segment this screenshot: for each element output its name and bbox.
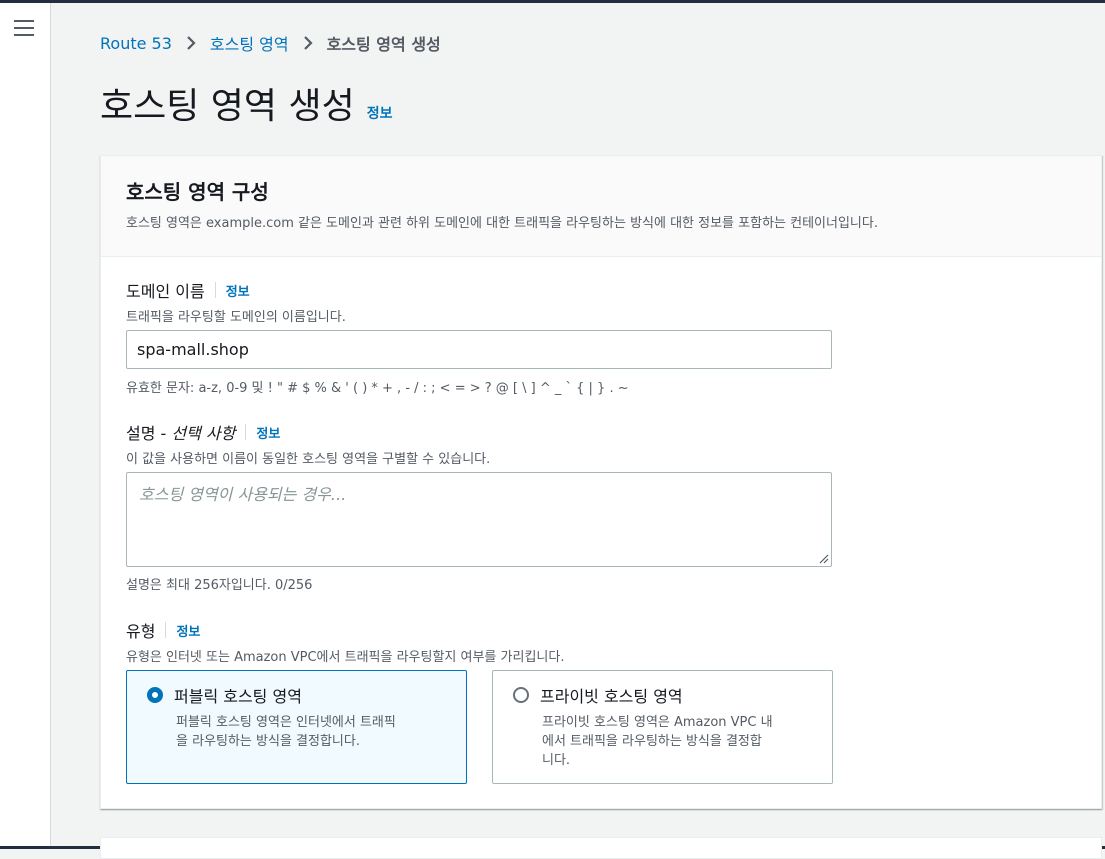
- private-option-label: 프라이빗 호스팅 영역: [540, 687, 683, 706]
- page-header: 호스팅 영역 생성 정보: [100, 77, 393, 129]
- type-label: 유형: [126, 622, 156, 641]
- public-option-label: 퍼블릭 호스팅 영역: [174, 687, 302, 706]
- divider: [245, 424, 247, 440]
- description-label: 설명 - 선택 사항: [126, 424, 236, 443]
- radio-checked-icon[interactable]: [147, 687, 163, 703]
- description-textarea[interactable]: [126, 472, 832, 567]
- divider: [165, 622, 167, 638]
- private-option-description: 프라이빗 호스팅 영역은 Amazon VPC 내 에서 트래픽을 라우팅하는 …: [542, 715, 773, 768]
- domain-name-input[interactable]: spa-mall.shop: [126, 330, 832, 369]
- side-navigation: [0, 3, 51, 846]
- public-option-description: 퍼블릭 호스팅 영역은 인터넷에서 트래픽 을 라우팅하는 방식을 결정합니다.: [176, 715, 396, 749]
- breadcrumb-current: 호스팅 영역 생성: [326, 35, 441, 54]
- container-header: 호스팅 영역 구성 호스팅 영역은 example.com 같은 도메인과 관련…: [101, 156, 1101, 257]
- breadcrumb-route53-link[interactable]: Route 53: [100, 34, 172, 53]
- divider: [214, 282, 216, 298]
- description-info-link[interactable]: 정보: [256, 423, 280, 442]
- menu-icon[interactable]: [14, 20, 36, 38]
- domain-name-label: 도메인 이름: [126, 282, 205, 301]
- chevron-right-icon: [302, 35, 314, 51]
- domain-name-hint: 유효한 문자: a-z, 0-9 및 ! " # $ % & ' ( ) * +…: [126, 381, 629, 396]
- section-description: 호스팅 영역은 example.com 같은 도메인과 관련 하위 도메인에 대…: [126, 216, 878, 231]
- domain-name-description: 트래픽을 라우팅할 도메인의 이름입니다.: [126, 310, 346, 325]
- section-title: 호스팅 영역 구성: [126, 180, 269, 204]
- domain-name-info-link[interactable]: 정보: [226, 281, 250, 300]
- description-optional-label: 선택 사항: [171, 424, 236, 443]
- chevron-right-icon: [185, 35, 197, 51]
- private-hosted-zone-option[interactable]: 프라이빗 호스팅 영역 프라이빗 호스팅 영역은 Amazon VPC 내 에서…: [492, 670, 833, 784]
- description-field-description: 이 값을 사용하면 이름이 동일한 호스팅 영역을 구별할 수 있습니다.: [126, 452, 491, 467]
- breadcrumb: Route 53 호스팅 영역 호스팅 영역 생성: [100, 31, 441, 55]
- description-hint: 설명은 최대 256자입니다. 0/256: [126, 578, 313, 593]
- radio-unchecked-icon[interactable]: [513, 687, 529, 703]
- type-field: 유형 정보 유형은 인터넷 또는 Amazon VPC에서 트래픽을 라우팅할지…: [126, 618, 564, 665]
- type-info-link[interactable]: 정보: [176, 621, 200, 640]
- next-section-container: [100, 837, 1102, 859]
- description-field: 설명 - 선택 사항 정보 이 값을 사용하면 이름이 동일한 호스팅 영역을 …: [126, 420, 490, 467]
- resize-handle-icon[interactable]: [819, 554, 829, 564]
- hosted-zone-config-container: 호스팅 영역 구성 호스팅 영역은 example.com 같은 도메인과 관련…: [100, 155, 1102, 809]
- type-description: 유형은 인터넷 또는 Amazon VPC에서 트래픽을 라우팅할지 여부를 가…: [126, 650, 565, 665]
- page-info-link[interactable]: 정보: [367, 103, 393, 123]
- public-hosted-zone-option[interactable]: 퍼블릭 호스팅 영역 퍼블릭 호스팅 영역은 인터넷에서 트래픽 을 라우팅하는…: [126, 670, 467, 784]
- breadcrumb-hosted-zones-link[interactable]: 호스팅 영역: [210, 31, 289, 55]
- page-title: 호스팅 영역 생성: [100, 86, 355, 127]
- domain-name-field: 도메인 이름 정보 트래픽을 라우팅할 도메인의 이름입니다.: [126, 278, 346, 325]
